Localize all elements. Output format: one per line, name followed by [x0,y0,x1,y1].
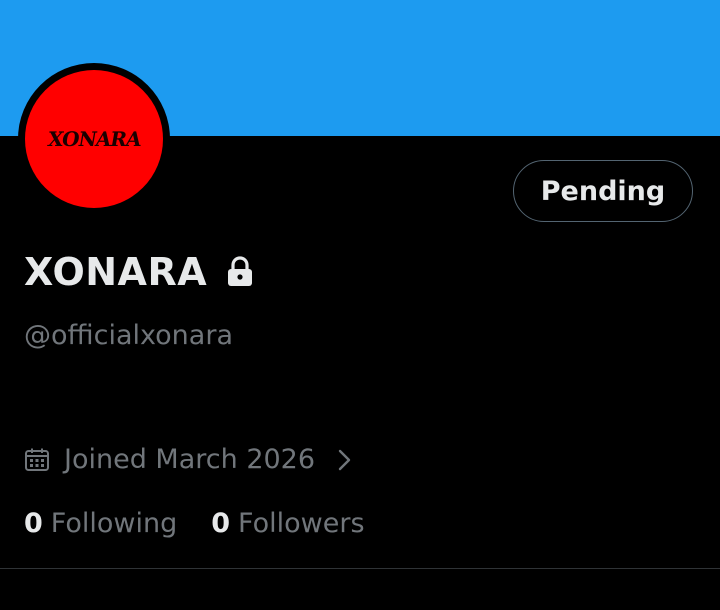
following-label: Following [50,508,178,539]
followers-link[interactable]: 0 Followers [211,508,364,539]
avatar-logo: XONARA [45,127,143,151]
chevron-right-icon [338,449,351,470]
display-name: XONARA [24,250,208,294]
following-link[interactable]: 0 Following [24,508,177,539]
avatar-image: XONARA [25,70,163,208]
followers-label: Followers [238,508,365,539]
divider [0,568,720,569]
joined-date-row[interactable]: Joined March 2026 [24,444,355,475]
avatar[interactable]: XONARA [18,63,170,215]
calendar-icon [25,448,49,471]
follow-stats: 0 Following 0 Followers [24,508,365,539]
joined-date: Joined March 2026 [64,444,316,475]
profile-handle: @officialxonara [24,320,233,351]
display-name-row: XONARA [24,250,255,294]
following-count: 0 [24,508,43,539]
lock-icon [228,256,253,286]
pending-follow-button[interactable]: Pending [513,160,693,222]
followers-count: 0 [211,508,231,539]
